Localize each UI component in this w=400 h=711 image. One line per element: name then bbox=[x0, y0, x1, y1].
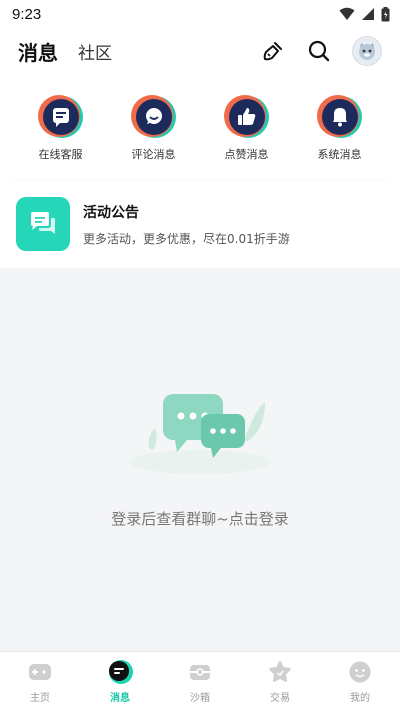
bottom-nav: 主页 消息 沙箱 交易 我的 bbox=[0, 651, 400, 711]
profile-icon bbox=[347, 659, 373, 685]
nav-label: 我的 bbox=[350, 693, 370, 704]
announcement-icon bbox=[16, 197, 70, 251]
nav-item-home[interactable]: 主页 bbox=[10, 659, 70, 704]
wifi-icon bbox=[339, 7, 355, 20]
customer-service-icon bbox=[37, 94, 84, 140]
comment-icon bbox=[130, 94, 177, 140]
thumbs-up-icon bbox=[223, 94, 270, 140]
search-icon[interactable] bbox=[306, 38, 332, 64]
gamepad-icon bbox=[27, 659, 53, 685]
quick-entry-label: 在线客服 bbox=[38, 148, 83, 161]
quick-entries: 在线客服 评论消息 点赞消息 系统消息 bbox=[0, 94, 400, 164]
avatar[interactable] bbox=[352, 36, 382, 66]
quick-entry-likes[interactable]: 点赞消息 bbox=[211, 94, 283, 164]
nav-item-trade[interactable]: 交易 bbox=[250, 659, 310, 704]
quick-entry-label: 系统消息 bbox=[317, 148, 362, 161]
announcement-text: 活动公告 更多活动，更多优惠，尽在0.01折手游 bbox=[83, 202, 290, 247]
login-prompt[interactable]: 登录后查看群聊~点击登录 bbox=[0, 508, 400, 529]
status-icons bbox=[339, 6, 390, 22]
status-bar: 9:23 bbox=[0, 0, 400, 28]
quick-entry-label: 评论消息 bbox=[131, 148, 176, 161]
nav-item-profile[interactable]: 我的 bbox=[330, 659, 390, 704]
nav-label: 沙箱 bbox=[190, 693, 210, 704]
announcement-subtitle: 更多活动，更多优惠，尽在0.01折手游 bbox=[83, 231, 290, 246]
nav-label: 消息 bbox=[110, 693, 130, 704]
announcement-title: 活动公告 bbox=[83, 204, 139, 221]
bell-icon bbox=[316, 94, 363, 140]
quick-entry-system[interactable]: 系统消息 bbox=[304, 94, 376, 164]
trade-icon bbox=[267, 659, 293, 685]
header-actions bbox=[260, 36, 382, 66]
nav-label: 主页 bbox=[30, 693, 50, 704]
message-icon bbox=[107, 659, 133, 685]
nav-item-sandbox[interactable]: 沙箱 bbox=[170, 659, 230, 704]
tab-community[interactable]: 社区 bbox=[78, 39, 112, 64]
signal-icon bbox=[362, 8, 374, 20]
announcement-card[interactable]: 活动公告 更多活动，更多优惠，尽在0.01折手游 bbox=[0, 180, 400, 268]
quick-entry-comments[interactable]: 评论消息 bbox=[118, 94, 190, 164]
tab-messages[interactable]: 消息 bbox=[18, 37, 58, 66]
battery-icon bbox=[381, 6, 390, 21]
clear-broom-icon[interactable] bbox=[260, 38, 286, 64]
quick-entry-label: 点赞消息 bbox=[224, 148, 269, 161]
status-time: 9:23 bbox=[12, 5, 42, 23]
empty-chat-illustration bbox=[125, 380, 275, 480]
quick-entry-customer-service[interactable]: 在线客服 bbox=[25, 94, 97, 164]
nav-label: 交易 bbox=[270, 693, 290, 704]
nav-item-messages[interactable]: 消息 bbox=[90, 659, 150, 704]
sandbox-icon bbox=[187, 659, 213, 685]
header: 消息 社区 bbox=[0, 30, 400, 72]
